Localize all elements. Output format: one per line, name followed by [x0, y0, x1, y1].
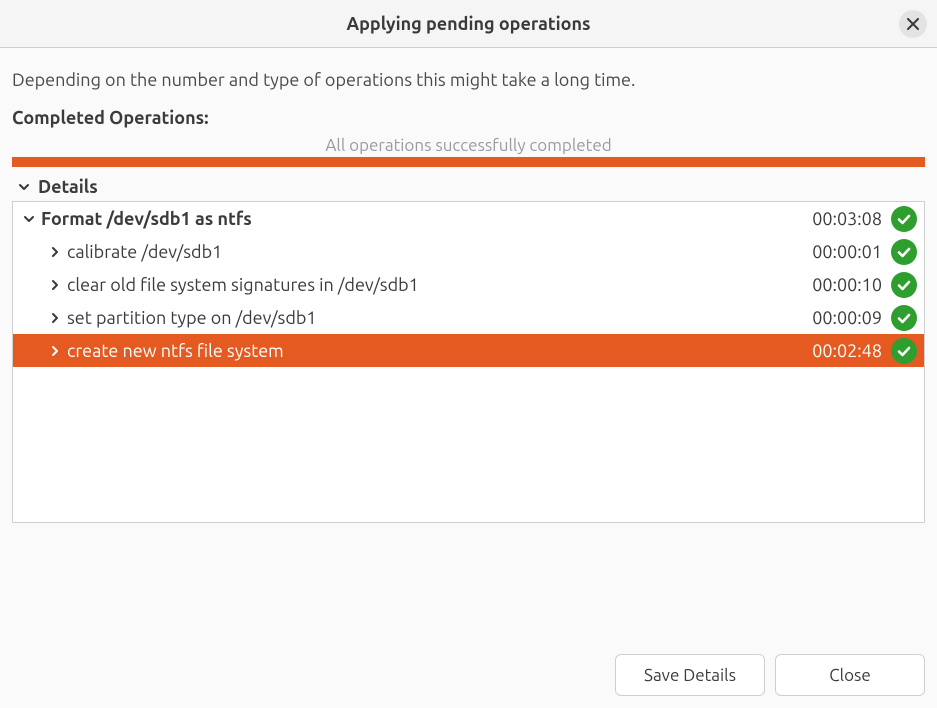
details-toggle[interactable]: Details: [12, 173, 925, 201]
tree-row-duration: 00:00:09: [804, 308, 890, 328]
close-icon[interactable]: [899, 10, 927, 38]
intro-text: Depending on the number and type of oper…: [12, 70, 925, 90]
tree-row-label: create new ntfs file system: [65, 341, 804, 361]
tree-row-duration: 00:00:01: [804, 242, 890, 262]
tree-row[interactable]: Format /dev/sdb1 as ntfs00:03:08: [13, 202, 924, 235]
tree-row[interactable]: clear old file system signatures in /dev…: [13, 268, 924, 301]
save-details-button[interactable]: Save Details: [615, 654, 765, 696]
tree-row-duration: 00:03:08: [804, 209, 890, 229]
chevron-right-icon[interactable]: [45, 246, 65, 258]
tree-row[interactable]: create new ntfs file system00:02:48: [13, 334, 924, 367]
chevron-right-icon[interactable]: [45, 345, 65, 357]
tree-row-duration: 00:02:48: [804, 341, 890, 361]
details-label: Details: [38, 177, 98, 197]
tree-row-label: clear old file system signatures in /dev…: [65, 275, 804, 295]
success-icon: [890, 337, 918, 365]
dialog-title: Applying pending operations: [347, 14, 591, 34]
chevron-down-icon[interactable]: [19, 213, 39, 225]
success-icon: [890, 238, 918, 266]
tree-row-label: set partition type on /dev/sdb1: [65, 308, 804, 328]
success-icon: [890, 271, 918, 299]
chevron-down-icon: [14, 181, 34, 193]
dialog-footer: Save Details Close: [0, 642, 937, 708]
tree-row-label: Format /dev/sdb1 as ntfs: [39, 209, 804, 229]
completed-heading: Completed Operations:: [12, 108, 925, 128]
success-icon: [890, 304, 918, 332]
tree-row-label: calibrate /dev/sdb1: [65, 242, 804, 262]
close-button[interactable]: Close: [775, 654, 925, 696]
chevron-right-icon[interactable]: [45, 279, 65, 291]
chevron-right-icon[interactable]: [45, 312, 65, 324]
status-message: All operations successfully completed: [12, 136, 925, 155]
success-icon: [890, 205, 918, 233]
titlebar: Applying pending operations: [0, 0, 937, 48]
operations-tree[interactable]: Format /dev/sdb1 as ntfs00:03:08calibrat…: [12, 201, 925, 523]
tree-row-duration: 00:00:10: [804, 275, 890, 295]
tree-row[interactable]: set partition type on /dev/sdb100:00:09: [13, 301, 924, 334]
progress-bar: [12, 157, 925, 167]
tree-row[interactable]: calibrate /dev/sdb100:00:01: [13, 235, 924, 268]
dialog-content: Depending on the number and type of oper…: [0, 48, 937, 201]
